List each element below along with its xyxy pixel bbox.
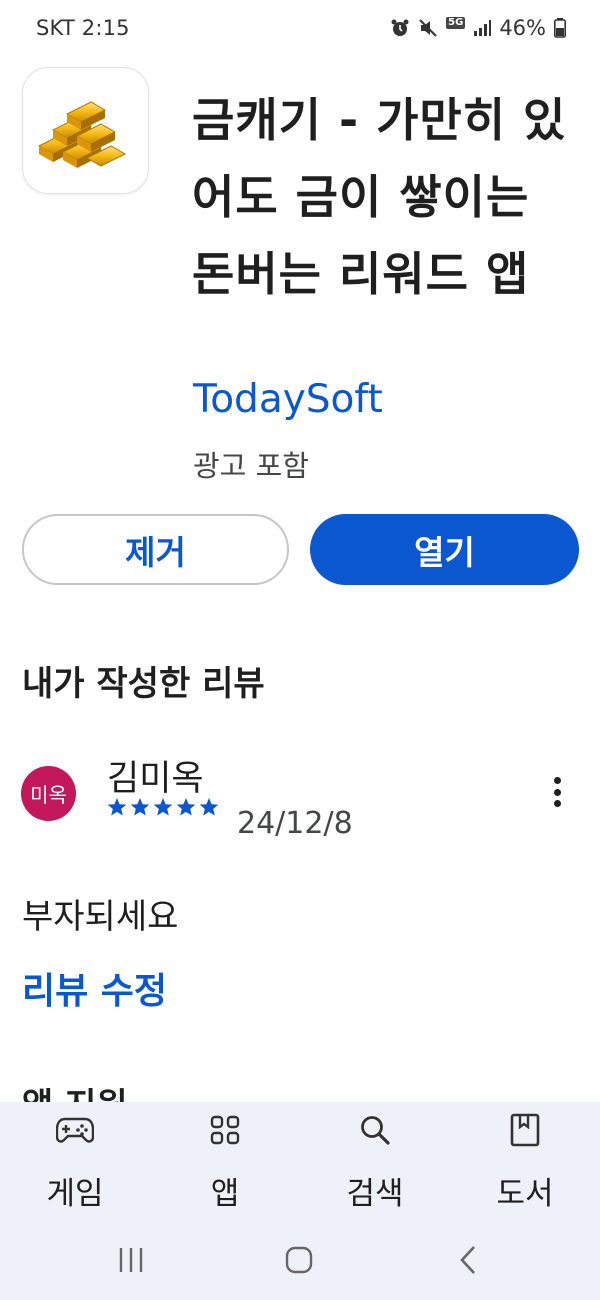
open-button[interactable]: 열기 bbox=[310, 514, 579, 585]
nav-item-search[interactable]: 검색 bbox=[315, 1102, 435, 1220]
star-icon bbox=[176, 798, 196, 816]
battery-icon bbox=[554, 18, 566, 38]
my-review-heading: 내가 작성한 리뷰 bbox=[22, 664, 265, 704]
system-navigation-bar bbox=[0, 1220, 600, 1300]
app-icon bbox=[22, 67, 149, 194]
network-badge: 5G bbox=[446, 17, 466, 29]
star-icon bbox=[199, 798, 219, 816]
app-title: 금캐기 - 가만히 있어도 금이 쌓이는 돈버는 리워드 앱 bbox=[192, 93, 567, 301]
nav-label-books: 도서 bbox=[496, 1176, 554, 1212]
mute-icon bbox=[419, 19, 437, 37]
search-icon bbox=[355, 1112, 395, 1148]
nav-item-books[interactable]: 도서 bbox=[465, 1102, 585, 1220]
star-rating bbox=[107, 797, 219, 817]
review-text: 부자되세요 bbox=[22, 897, 179, 937]
carrier-time: SKT 2:15 bbox=[36, 16, 130, 40]
star-icon bbox=[107, 798, 127, 816]
home-icon[interactable] bbox=[274, 1240, 324, 1280]
more-options-icon[interactable] bbox=[540, 773, 574, 811]
nav-label-search: 검색 bbox=[346, 1176, 404, 1212]
review-date: 24/12/8 bbox=[237, 806, 353, 841]
book-icon bbox=[505, 1112, 545, 1148]
reviewer-name: 김미옥 bbox=[107, 759, 204, 799]
back-icon[interactable] bbox=[443, 1240, 493, 1280]
gold-bars-icon bbox=[37, 101, 127, 168]
avatar: 미옥 bbox=[21, 766, 76, 821]
app-detail-page: SKT 2:15 5G 46% 금캐기 - 가만히 있어도 금이 쌓이는 돈버는… bbox=[0, 0, 600, 1300]
apps-grid-icon bbox=[205, 1112, 245, 1148]
alarm-icon bbox=[391, 19, 409, 36]
bottom-navigation: 게임 앱 검색 도서 bbox=[0, 1102, 600, 1220]
edit-review-link[interactable]: 리뷰 수정 bbox=[22, 962, 167, 1014]
ads-label: 광고 포함 bbox=[193, 449, 309, 483]
nav-label-games: 게임 bbox=[46, 1176, 104, 1212]
developer-link[interactable]: TodaySoft bbox=[193, 377, 383, 422]
nav-item-games[interactable]: 게임 bbox=[15, 1102, 135, 1220]
nav-label-apps: 앱 bbox=[210, 1176, 240, 1212]
status-bar: SKT 2:15 5G 46% bbox=[0, 0, 600, 56]
status-icons: 5G 46% bbox=[390, 14, 566, 42]
uninstall-button[interactable]: 제거 bbox=[22, 514, 289, 585]
gamepad-icon bbox=[55, 1112, 95, 1148]
battery-percent: 46% bbox=[499, 16, 546, 40]
star-icon bbox=[153, 798, 173, 816]
recent-apps-icon[interactable] bbox=[106, 1240, 156, 1280]
signal-icon bbox=[474, 20, 492, 36]
nav-item-apps[interactable]: 앱 bbox=[165, 1102, 285, 1220]
star-icon bbox=[130, 798, 150, 816]
